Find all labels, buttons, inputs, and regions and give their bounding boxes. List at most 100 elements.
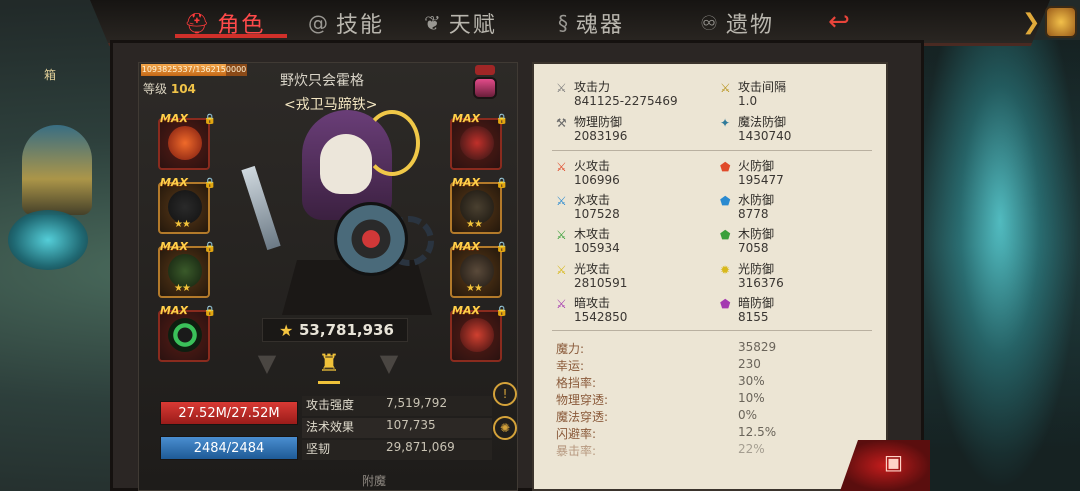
lock-icon: 🔒 bbox=[495, 114, 508, 125]
tab-label: 魂器 bbox=[576, 13, 625, 38]
stat-magic-penetration: 魔法穿透: 0% bbox=[556, 408, 758, 424]
stat-value: 7,519,792 bbox=[386, 396, 448, 410]
armor-set-icon-right[interactable]: ▼ bbox=[374, 348, 404, 378]
wand-icon: ✦ bbox=[720, 116, 731, 130]
treasure-chest-button[interactable] bbox=[1045, 6, 1077, 38]
max-badge: MAX bbox=[452, 240, 480, 253]
tab-relic[interactable]: ♾ 遗物 bbox=[700, 6, 774, 40]
atom-icon[interactable]: ✺ bbox=[493, 416, 517, 440]
wood-shield-icon: ⬟ bbox=[720, 228, 731, 242]
level-value: 104 bbox=[170, 82, 196, 96]
return-arrow-icon: ↩ bbox=[828, 7, 850, 37]
equip-slot-helmet[interactable]: MAX 🔒 bbox=[158, 112, 216, 170]
equip-slot-armor[interactable]: MAX 🔒 ★★ bbox=[450, 176, 508, 234]
side-label: 箱 bbox=[44, 68, 57, 82]
stat-mana: 魔力: 35829 bbox=[556, 340, 777, 356]
boots-item-icon bbox=[460, 318, 494, 352]
health-bar: 27.52M/27.52M bbox=[160, 401, 298, 425]
lock-icon: 🔒 bbox=[203, 178, 216, 189]
fire-shield-icon: ⬟ bbox=[720, 160, 731, 174]
max-badge: MAX bbox=[160, 112, 188, 125]
star-icon: ★ bbox=[279, 321, 294, 340]
lock-icon: 🔒 bbox=[203, 306, 216, 317]
potion-icon bbox=[475, 65, 495, 75]
equip-slot-gloves[interactable]: MAX 🔒 ★★ bbox=[158, 240, 216, 298]
dark-sword-icon: ⚔ bbox=[556, 297, 567, 311]
max-badge: MAX bbox=[452, 112, 480, 125]
experience-text: 1093825337/1362150000 bbox=[141, 65, 247, 74]
lock-icon: 🔒 bbox=[203, 242, 216, 253]
equip-slot-necklace[interactable]: MAX 🔒 ★★ bbox=[158, 176, 216, 234]
active-tab-indicator bbox=[175, 34, 287, 38]
enchant-tab[interactable]: 附魔 bbox=[362, 472, 386, 489]
light-burst-icon: ✹ bbox=[720, 263, 731, 277]
light-sword-icon: ⚔ bbox=[556, 263, 567, 277]
star-rating: ★★ bbox=[466, 219, 483, 230]
max-badge: MAX bbox=[160, 176, 188, 189]
equip-slot-weapon[interactable]: MAX 🔒 bbox=[450, 112, 508, 170]
max-badge: MAX bbox=[160, 304, 188, 317]
divider bbox=[552, 330, 872, 331]
stat-block-rate: 格挡率: 30% bbox=[556, 374, 765, 390]
stat-row-tenacity: 坚韧 29,871,069 bbox=[302, 440, 492, 460]
combat-power: ★ 53,781,936 bbox=[262, 318, 408, 342]
star-rating: ★★ bbox=[466, 283, 483, 294]
stat-row-attack-power: 攻击强度 7,519,792 bbox=[302, 396, 492, 416]
stat-physical-penetration: 物理穿透: 10% bbox=[556, 391, 765, 407]
stat-label: 攻击强度 bbox=[306, 398, 355, 412]
chevron-right-icon[interactable]: ❯ bbox=[1022, 10, 1040, 35]
wings-icon: ❦ bbox=[424, 11, 443, 35]
character-name: 野炊只会霍格 bbox=[280, 73, 364, 89]
lock-icon: 🔒 bbox=[495, 178, 508, 189]
blade-icon: ⚒ bbox=[556, 116, 567, 130]
map-icon: ▣ bbox=[884, 450, 903, 474]
stat-label: 坚韧 bbox=[306, 442, 331, 456]
ring-item-icon bbox=[168, 318, 202, 352]
tab-soul[interactable]: § 魂器 bbox=[558, 6, 624, 40]
equip-slot-ring[interactable]: MAX 🔒 bbox=[158, 304, 216, 362]
tab-label: 遗物 bbox=[725, 13, 774, 38]
max-badge: MAX bbox=[452, 176, 480, 189]
level-label: 等级 bbox=[143, 82, 168, 96]
info-icon[interactable]: ! bbox=[493, 382, 517, 406]
relic-icon: ♾ bbox=[700, 11, 720, 35]
equip-slot-boots[interactable]: MAX 🔒 bbox=[450, 304, 508, 362]
max-badge: MAX bbox=[160, 240, 188, 253]
max-badge: MAX bbox=[452, 304, 480, 317]
swirl-icon: @ bbox=[308, 11, 330, 35]
lock-icon: 🔒 bbox=[495, 306, 508, 317]
equip-slot-belt[interactable]: MAX 🔒 ★★ bbox=[450, 240, 508, 298]
back-button[interactable]: ↩ bbox=[818, 8, 860, 36]
level-display: 等级 104 bbox=[143, 80, 196, 97]
water-shield-icon: ⬟ bbox=[720, 194, 731, 208]
stat-row-spell-effect: 法术效果 107,735 bbox=[302, 418, 492, 438]
scenery-gear-stand bbox=[22, 125, 92, 215]
weapon-item-icon bbox=[460, 126, 494, 160]
combat-power-value: 53,781,936 bbox=[299, 321, 394, 339]
armor-set-icon-active[interactable]: ♜ bbox=[314, 348, 344, 378]
helmet-item-icon bbox=[168, 126, 202, 160]
mana-bar: 2484/2484 bbox=[160, 436, 298, 460]
stat-luck: 幸运: 230 bbox=[556, 357, 761, 373]
sword-icon: ⚔ bbox=[556, 81, 567, 95]
character-portrait bbox=[241, 110, 450, 315]
water-sword-icon: ⚔ bbox=[556, 194, 567, 208]
dark-shield-icon: ⬟ bbox=[720, 297, 731, 311]
soul-icon: § bbox=[558, 11, 570, 35]
scenery-portal bbox=[920, 40, 1080, 491]
stat-label: 法术效果 bbox=[306, 420, 355, 434]
helmet-icon: ⛑ bbox=[184, 11, 212, 35]
potion-button[interactable] bbox=[470, 65, 500, 101]
tab-skills[interactable]: @ 技能 bbox=[308, 6, 384, 40]
stat-dodge-rate: 闪避率: 12.5% bbox=[556, 425, 777, 441]
scenery-crystal-pad bbox=[8, 210, 88, 270]
wood-sword-icon: ⚔ bbox=[556, 228, 567, 242]
dagger-icon: ⚔ bbox=[720, 81, 731, 95]
stat-crit-rate: 暴击率: 22% bbox=[556, 442, 765, 458]
tab-talent[interactable]: ❦ 天赋 bbox=[424, 6, 497, 40]
experience-bar: 1093825337/1362150000 bbox=[141, 64, 247, 76]
armor-set-icon-left[interactable]: ▼ bbox=[252, 348, 282, 378]
divider bbox=[552, 150, 872, 151]
fire-sword-icon: ⚔ bbox=[556, 160, 567, 174]
stat-value: 29,871,069 bbox=[386, 440, 455, 454]
